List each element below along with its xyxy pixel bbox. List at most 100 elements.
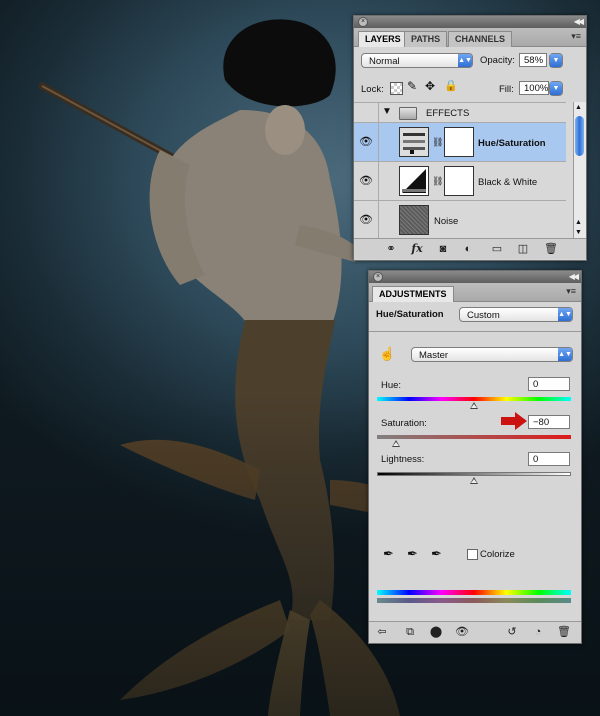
blend-mode-dropdown[interactable]: Normal ▲▼ <box>361 53 473 68</box>
lightness-slider-knob[interactable] <box>470 477 478 484</box>
hue-label: Hue: <box>381 380 402 391</box>
panel-menu-icon[interactable]: ▾≡ <box>566 286 576 297</box>
adjustments-tab-bar: ADJUSTMENTS ▾≡ <box>369 283 581 302</box>
saturation-slider-track[interactable] <box>377 435 571 439</box>
layers-toolbar: ⚭ fx ◙ ◐ ▭ ◫ 🗑 <box>354 238 586 259</box>
opacity-slider-button[interactable]: ▼ <box>549 53 563 68</box>
output-spectrum-bar <box>377 598 571 603</box>
layer-group-row[interactable]: ▼ EFFECTS <box>354 102 566 122</box>
disclosure-triangle-icon[interactable]: ▼ <box>382 106 392 117</box>
group-name: EFFECTS <box>426 108 470 119</box>
close-icon[interactable]: × <box>358 17 368 27</box>
collapse-icon[interactable]: ◀◀ <box>574 16 584 28</box>
new-layer-icon[interactable]: ◫ <box>516 242 530 256</box>
lightness-slider-track[interactable] <box>377 472 571 476</box>
hue-saturation-adjustment-icon <box>399 127 429 157</box>
colorize-label: Colorize <box>480 549 515 560</box>
dropdown-arrow-icon: ▲▼ <box>558 348 572 361</box>
layers-panel-titlebar[interactable]: × ◀◀ <box>354 16 586 28</box>
layer-mask-thumbnail[interactable] <box>444 127 474 157</box>
lock-pixels-brush-icon[interactable]: ✎ <box>407 79 417 93</box>
tab-adjustments[interactable]: ADJUSTMENTS <box>372 286 454 302</box>
blend-mode-value: Normal <box>369 56 400 67</box>
previous-state-icon[interactable]: ↺ <box>505 625 519 639</box>
eyedropper-minus-icon[interactable]: ✒ <box>431 546 442 562</box>
layer-mask-thumbnail[interactable] <box>444 166 474 196</box>
eye-icon[interactable]: 👁 <box>455 625 469 639</box>
adjustment-title: Hue/Saturation <box>376 309 444 320</box>
lock-position-move-icon[interactable]: ✥ <box>425 79 435 93</box>
layers-list: ▼ EFFECTS 👁 ⛓ Hue/Saturation 👁 ⛓ Black &… <box>354 102 586 238</box>
scroll-up-icon[interactable]: ▲ <box>575 104 582 111</box>
chevron-down-icon: ▼ <box>550 54 562 67</box>
eye-icon[interactable]: 👁 <box>357 213 375 227</box>
layer-name: Noise <box>434 216 459 227</box>
layer-thumbnail <box>399 205 429 235</box>
lightness-input[interactable]: 0 <box>528 452 570 466</box>
targeted-adjustment-hand-icon[interactable]: ☝ <box>379 346 395 362</box>
layers-tab-bar: LAYERS PATHS CHANNELS ▾≡ <box>354 28 586 47</box>
colorize-checkbox[interactable] <box>467 549 478 560</box>
fill-label: Fill: <box>499 84 514 95</box>
preset-dropdown[interactable]: Custom ▲▼ <box>459 307 573 322</box>
tab-paths[interactable]: PATHS <box>404 31 448 47</box>
trash-icon[interactable]: 🗑 <box>544 242 558 256</box>
tab-layers[interactable]: LAYERS <box>358 31 408 47</box>
lightness-label: Lightness: <box>381 454 425 465</box>
layer-row-black-white[interactable]: 👁 ⛓ Black & White <box>354 161 566 200</box>
lock-transparent-icon[interactable] <box>390 82 403 95</box>
adjustments-toolbar: ⇦ ⧉ ⬤ 👁 ↺ ◔ 🗑 <box>369 621 581 643</box>
layer-name: Black & White <box>478 177 538 188</box>
layer-name: Hue/Saturation <box>478 138 546 149</box>
adjustment-layer-icon[interactable]: ◐ <box>461 242 475 256</box>
saturation-input[interactable]: −80 <box>528 415 570 429</box>
layers-panel: × ◀◀ LAYERS PATHS CHANNELS ▾≡ Normal ▲▼ … <box>353 15 587 261</box>
link-layers-icon[interactable]: ⚭ <box>384 242 398 256</box>
add-mask-icon[interactable]: ◙ <box>436 242 450 256</box>
hue-input[interactable]: 0 <box>528 377 570 391</box>
fx-icon[interactable]: fx <box>410 242 424 256</box>
fill-input[interactable]: 100% <box>519 81 549 95</box>
adjustments-panel-titlebar[interactable]: × ◀◀ <box>369 271 581 283</box>
scroll-up-icon[interactable]: ▲ <box>575 219 582 226</box>
saturation-slider-knob[interactable] <box>392 440 401 447</box>
eye-icon[interactable]: 👁 <box>357 135 375 149</box>
close-icon[interactable]: × <box>373 272 383 282</box>
link-icon[interactable]: ⛓ <box>432 176 443 187</box>
expanded-view-icon[interactable]: ⧉ <box>403 625 417 639</box>
channel-value: Master <box>419 350 449 361</box>
eyedropper-icon[interactable]: ✒ <box>383 546 394 562</box>
channel-dropdown[interactable]: Master ▲▼ <box>411 347 573 362</box>
reset-icon[interactable]: ◔ <box>531 625 545 639</box>
eyedropper-plus-icon[interactable]: ✒ <box>407 546 418 562</box>
chevron-down-icon: ▼ <box>550 82 562 95</box>
scroll-down-icon[interactable]: ▼ <box>575 229 582 236</box>
opacity-input[interactable]: 58% <box>519 53 547 67</box>
link-icon[interactable]: ⛓ <box>432 137 443 148</box>
panel-menu-icon[interactable]: ▾≡ <box>571 31 581 42</box>
back-arrow-icon[interactable]: ⇦ <box>375 625 389 639</box>
eye-icon[interactable]: 👁 <box>357 174 375 188</box>
hue-slider-knob[interactable] <box>470 402 478 409</box>
tab-channels[interactable]: CHANNELS <box>448 31 513 47</box>
eye-column <box>354 103 379 122</box>
scrollbar-thumb[interactable] <box>575 116 584 156</box>
input-spectrum-bar <box>377 590 571 595</box>
fill-slider-button[interactable]: ▼ <box>549 81 563 96</box>
clip-to-layer-icon[interactable]: ⬤ <box>429 625 443 639</box>
hue-slider-track[interactable] <box>377 397 571 401</box>
black-white-adjustment-icon <box>399 166 429 196</box>
adjustments-panel: × ◀◀ ADJUSTMENTS ▾≡ Hue/Saturation Custo… <box>368 270 582 644</box>
new-group-folder-icon[interactable]: ▭ <box>490 242 504 256</box>
trash-icon[interactable]: 🗑 <box>557 625 571 639</box>
saturation-label: Saturation: <box>381 418 427 429</box>
folder-icon <box>399 107 417 120</box>
layer-row-hue-saturation[interactable]: 👁 ⛓ Hue/Saturation <box>354 122 566 161</box>
layers-scrollbar[interactable]: ▲ ▲ ▼ <box>573 102 586 238</box>
red-arrow-icon <box>501 412 527 430</box>
opacity-label: Opacity: <box>480 55 515 66</box>
layer-row-noise[interactable]: 👁 Noise <box>354 200 566 238</box>
lock-label: Lock: <box>361 84 384 95</box>
lock-icon[interactable]: 🔒 <box>444 79 458 92</box>
collapse-icon[interactable]: ◀◀ <box>569 271 579 283</box>
